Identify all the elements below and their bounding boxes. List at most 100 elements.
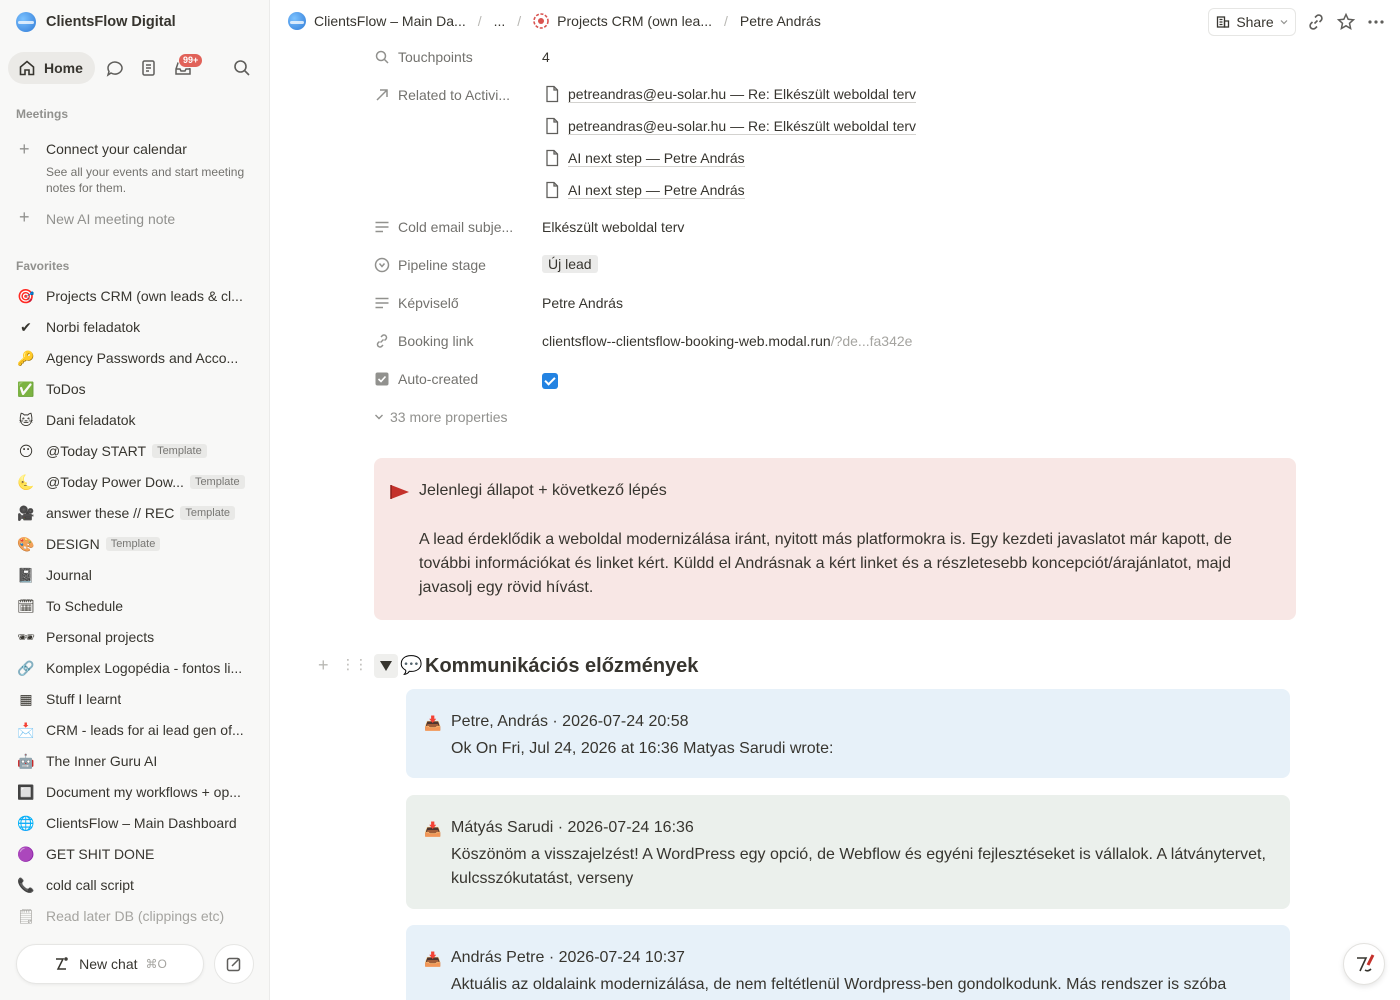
face-icon: 😶 [18, 442, 34, 459]
sidebar-item-label: ToDos [46, 381, 86, 397]
sidebar-item-cold-call-script[interactable]: 📞 cold call script [16, 872, 260, 898]
connect-calendar-title: Connect your calendar [46, 141, 187, 157]
workspace-switcher[interactable]: ClientsFlow Digital [16, 11, 176, 33]
home-label: Home [44, 60, 83, 76]
property-booking-link[interactable]: Booking link clientsflow--clientsflow-bo… [374, 331, 1274, 355]
sidebar-item-to-schedule[interactable]: 🗓 To Schedule [16, 593, 260, 619]
sidebar-item-agency-passwords[interactable]: 🔑 Agency Passwords and Acco... [16, 345, 260, 371]
more-options-icon[interactable] [1366, 12, 1386, 32]
property-touchpoints[interactable]: Touchpoints 4 [374, 47, 1274, 71]
breadcrumb-projects-crm[interactable]: Projects CRM (own lea... [533, 13, 712, 29]
message-card[interactable]: 📥 Mátyás Sarudi · 2026-07-24 16:36 Köszö… [406, 795, 1290, 909]
related-page-link[interactable]: AI next step — Petre András [544, 179, 745, 201]
booking-link-value[interactable]: clientsflow--clientsflow-booking-web.mod… [542, 333, 912, 349]
sidebar-item-design[interactable]: 🎨 DESIGN Template [16, 531, 260, 557]
ai-assistant-button[interactable] [1343, 943, 1385, 985]
inbox-count-badge: 99+ [178, 53, 204, 68]
property-auto-created[interactable]: Auto-created [374, 369, 1274, 393]
inbox-tray-icon: 📥 [424, 715, 442, 731]
purple-circle-icon: 🟣 [17, 845, 35, 862]
sidebar-item-inner-guru-ai[interactable]: 🤖 The Inner Guru AI [16, 748, 260, 774]
search-icon[interactable] [232, 58, 252, 78]
breadcrumb-main-dashboard[interactable]: ClientsFlow – Main Da... [288, 12, 466, 30]
building-icon [1217, 16, 1230, 28]
sidebar-item-document-workflows[interactable]: 🔲 Document my workflows + op... [16, 779, 260, 805]
related-page-link[interactable]: petreandras@eu-solar.hu — Re: Elkészült … [544, 115, 917, 137]
message-card[interactable]: 📥 Petre, András · 2026-07-24 20:58 Ok On… [406, 689, 1290, 778]
heading-title: Kommunikációs előzmények [425, 655, 699, 677]
sidebar-item-komplex-logopedia[interactable]: 🔗 Komplex Logopédia - fontos li... [16, 655, 260, 681]
toggle-arrow-icon[interactable] [374, 654, 398, 678]
checkbox-icon [375, 372, 389, 386]
sidebar-item-norbi-feladatok[interactable]: ✔ Norbi feladatok [16, 314, 260, 340]
home-button[interactable]: Home [8, 52, 95, 84]
sidebar-item-todos[interactable]: ✅ ToDos [16, 376, 260, 402]
property-label: Képviselő [398, 295, 459, 311]
new-page-button[interactable] [214, 944, 254, 984]
share-button[interactable]: Share [1208, 8, 1296, 36]
related-page-link[interactable]: AI next step — Petre András [544, 147, 745, 169]
sidebar-item-personal-projects[interactable]: 🕶 Personal projects [16, 624, 260, 650]
drag-handle-icon[interactable]: ⋮⋮ [341, 656, 368, 673]
breadcrumb-ellipsis[interactable]: ... [494, 13, 506, 29]
sidebar-item-label: Stuff I learnt [46, 691, 122, 707]
globe-icon: 🌐 [17, 814, 35, 831]
ai-sparkle-icon [56, 957, 68, 970]
template-badge: Template [189, 475, 245, 489]
link-icon: 🔗 [17, 659, 35, 676]
booking-link-host: clientsflow--clientsflow-booking-web.mod… [542, 333, 831, 349]
plus-icon: + [19, 207, 30, 227]
new-ai-meeting-note-label: New AI meeting note [46, 211, 176, 227]
message-body: Ok On Fri, Jul 24, 2026 at 16:36 Matyas … [451, 740, 834, 757]
message-card[interactable]: 📥 András Petre · 2026-07-24 10:37 Aktuál… [406, 925, 1290, 1000]
link-icon[interactable] [1306, 12, 1326, 32]
template-badge: Template [105, 537, 161, 551]
sidebar-item-get-shit-done[interactable]: 🟣 GET SHIT DONE [16, 841, 260, 867]
workspace-logo-icon [16, 12, 36, 32]
clipboard-icon[interactable] [139, 58, 159, 78]
property-cold-email-subject[interactable]: Cold email subje... Elkészült weboldal t… [374, 217, 1274, 241]
message-body: Aktuális az oldalaink modernizálása, de … [451, 976, 1227, 993]
sidebar-item-stuff-i-learnt[interactable]: ▦ Stuff I learnt [16, 686, 260, 712]
breadcrumb-current-page[interactable]: Petre András [740, 13, 821, 29]
sidebar-item-today-power-down[interactable]: 🌜 @Today Power Dow... Template [16, 469, 260, 495]
sidebar-item-projects-crm[interactable]: 🎯 Projects CRM (own leads & cl... [16, 283, 260, 309]
sidebar-item-clientsflow-dashboard[interactable]: 🌐 ClientsFlow – Main Dashboard [16, 810, 260, 836]
sidebar-item-read-later-db[interactable]: 🗒 Read later DB (clippings etc) [16, 903, 260, 929]
phone-icon: 📞 [17, 876, 35, 893]
chat-bubble-icon[interactable] [105, 58, 125, 78]
sidebar-item-label: cold call script [46, 877, 134, 893]
sidebar-item-dani-feladatok[interactable]: 🐱 Dani feladatok [16, 407, 260, 433]
sidebar-item-label: The Inner Guru AI [46, 753, 158, 769]
sidebar-item-label: To Schedule [46, 598, 124, 614]
sidebar-item-label: Agency Passwords and Acco... [46, 350, 239, 366]
speech-bubble-icon: 💬 [400, 655, 423, 675]
related-page-link[interactable]: petreandras@eu-solar.hu — Re: Elkészült … [544, 83, 917, 105]
inbox-tray-icon: 📥 [424, 821, 442, 837]
status-icon [374, 257, 390, 273]
property-kepviselo[interactable]: Képviselő Petre András [374, 293, 1274, 317]
status-callout[interactable]: Jelenlegi állapot + következő lépés A le… [374, 458, 1296, 620]
sidebar-item-label: Komplex Logopédia - fontos li... [46, 660, 243, 676]
auto-created-checkbox[interactable] [542, 373, 558, 389]
text-lines-icon [375, 297, 389, 309]
sidebar-item-crm-leads[interactable]: 📩 CRM - leads for ai lead gen of... [16, 717, 260, 743]
meetings-section-label: Meetings [16, 107, 69, 121]
sidebar-item-label: Read later DB (clippings etc) [46, 908, 225, 924]
related-page-title: AI next step — Petre András [568, 149, 745, 167]
star-icon[interactable] [1336, 12, 1356, 32]
property-pipeline-stage[interactable]: Pipeline stage Új lead [374, 255, 1274, 279]
new-chat-shortcut: ⌘O [145, 957, 167, 971]
sidebar-item-today-start[interactable]: 😶 @Today START Template [16, 438, 260, 464]
sidebar-item-answer-these-rec[interactable]: 🎥 answer these // REC Template [16, 500, 260, 526]
more-properties-toggle[interactable]: 33 more properties [374, 409, 508, 425]
chevron-down-icon [375, 414, 383, 420]
top-bar: ClientsFlow – Main Da... / ... / Project… [270, 0, 1400, 44]
robot-icon: 🤖 [17, 752, 35, 769]
sidebar-item-label: Personal projects [46, 629, 155, 645]
add-block-icon[interactable]: + [318, 655, 329, 676]
sidebar-item-journal[interactable]: 📓 Journal [16, 562, 260, 588]
check-mark-icon: ✅ [17, 380, 35, 397]
new-chat-button[interactable]: New chat ⌘O [16, 944, 204, 984]
message-header: András Petre · 2026-07-24 10:37 [451, 949, 685, 966]
